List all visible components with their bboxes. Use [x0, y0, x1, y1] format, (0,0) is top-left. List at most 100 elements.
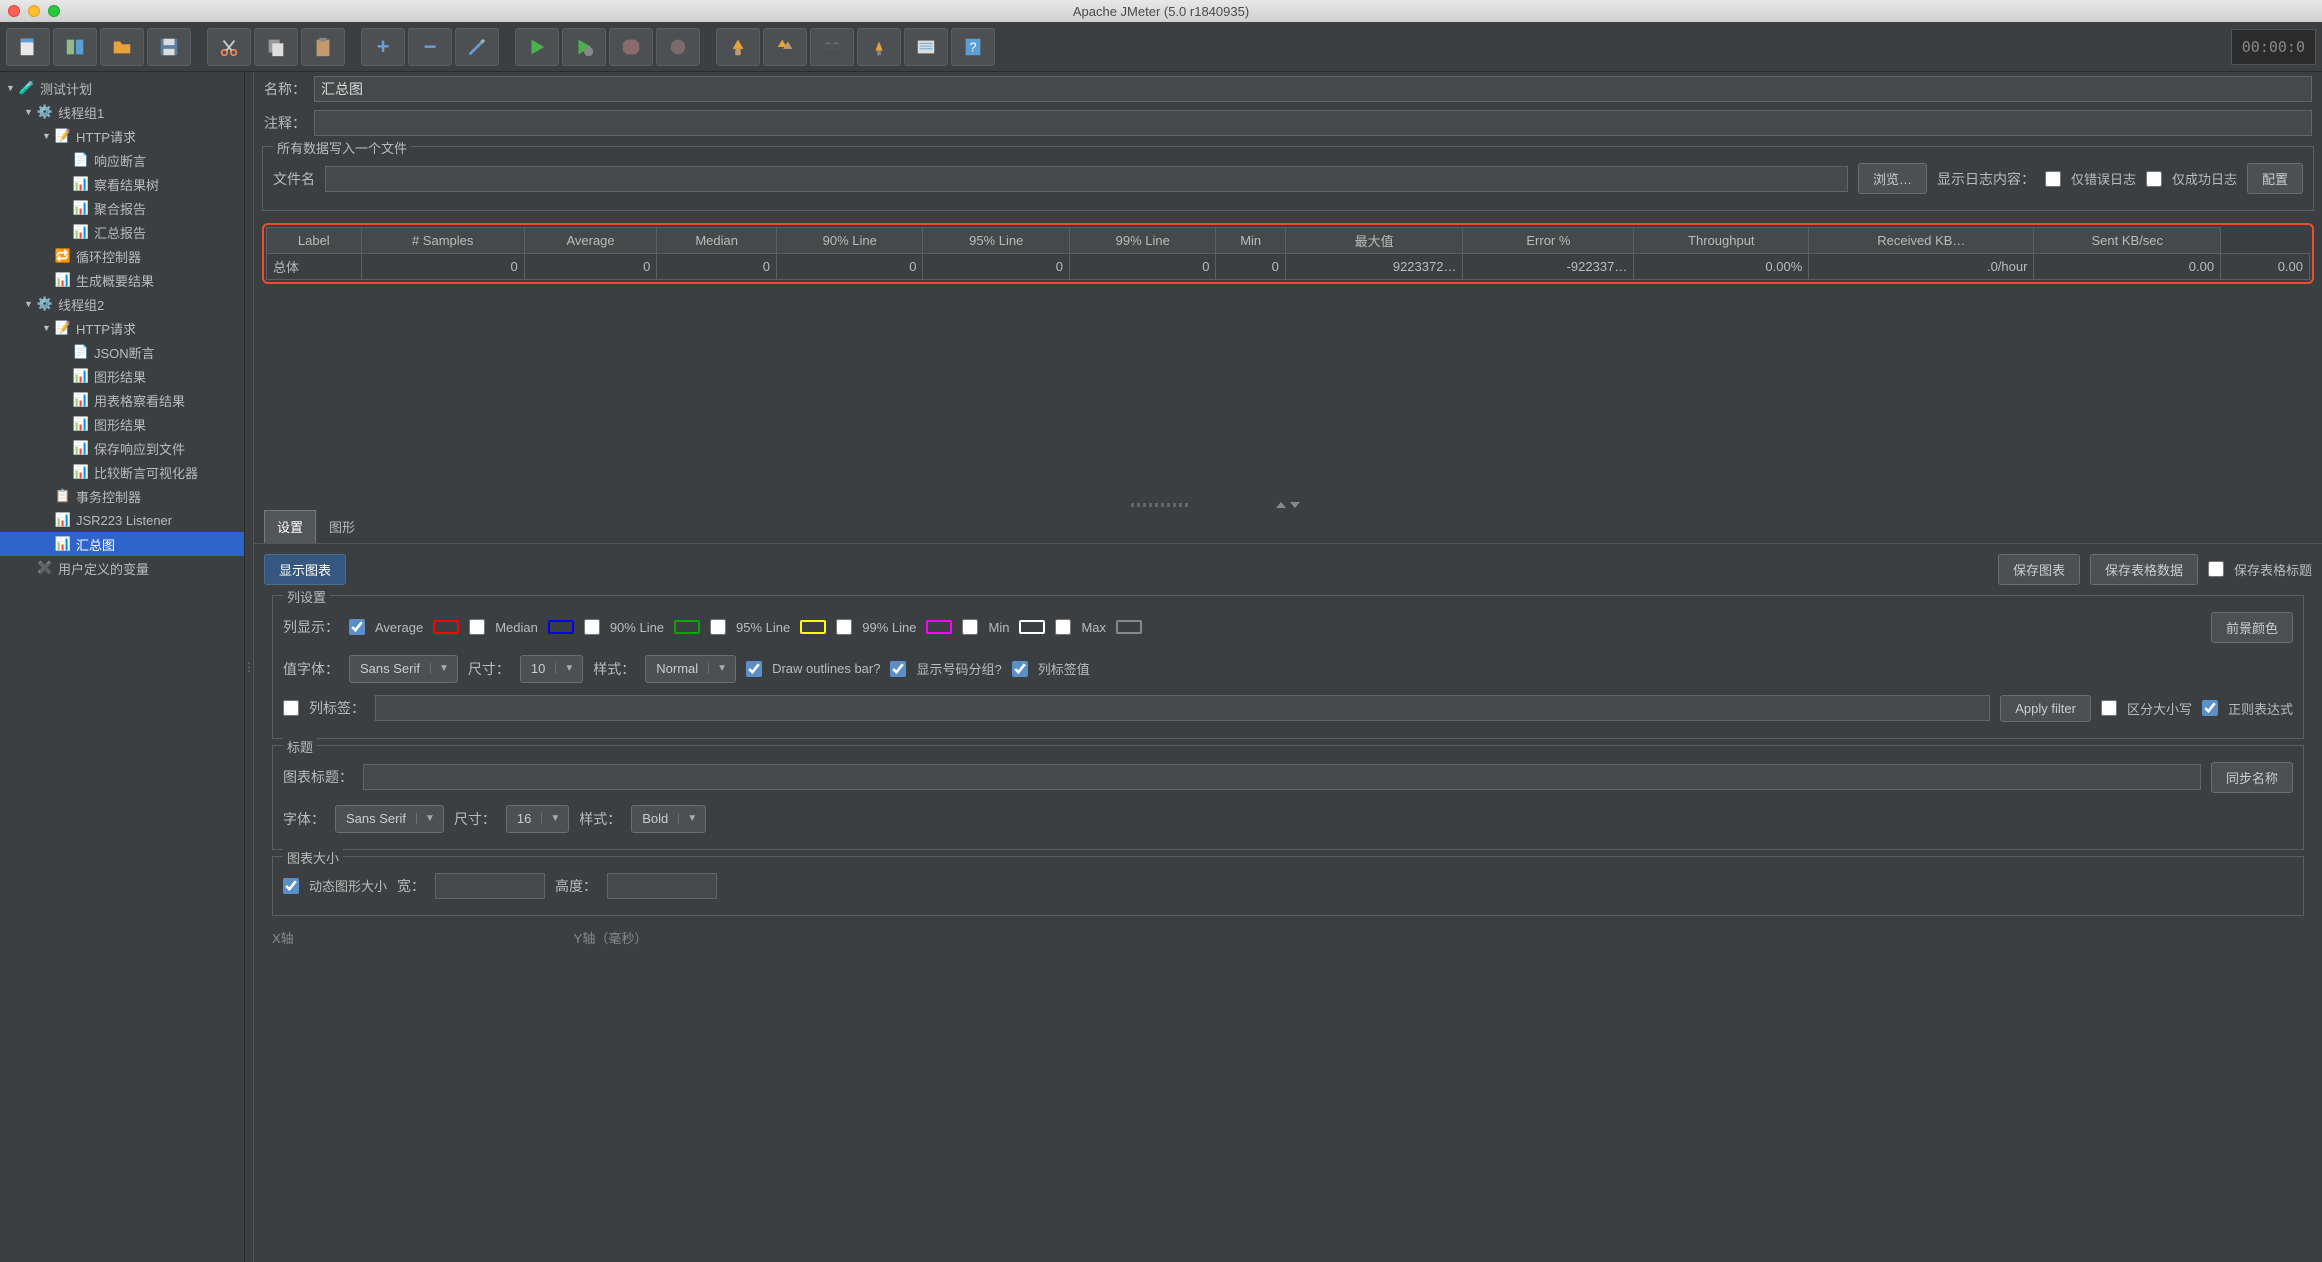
table-header[interactable]: Median [657, 228, 777, 254]
apply-filter-button[interactable]: Apply filter [2000, 695, 2091, 722]
width-input[interactable] [435, 873, 545, 899]
save-graph-button[interactable]: 保存图表 [1998, 554, 2080, 585]
table-header[interactable]: # Samples [361, 228, 524, 254]
table-header[interactable]: Received KB… [1809, 228, 2034, 254]
function-helper-button[interactable] [904, 28, 948, 66]
case-sensitive-checkbox[interactable] [2101, 700, 2117, 716]
tree-item[interactable]: 📊JSR223 Listener [0, 508, 244, 532]
tree-item[interactable]: 📊汇总报告 [0, 220, 244, 244]
configure-button[interactable]: 配置 [2247, 163, 2303, 194]
col-label-checkbox[interactable] [283, 700, 299, 716]
foreground-color-button[interactable]: 前景颜色 [2211, 612, 2293, 643]
height-input[interactable] [607, 873, 717, 899]
test-plan-tree[interactable]: ▼🧪测试计划▼⚙️线程组1▼📝HTTP请求📄响应断言📊察看结果树📊聚合报告📊汇总… [0, 72, 245, 1262]
avg-color-swatch[interactable] [433, 620, 459, 634]
table-header[interactable]: Error % [1463, 228, 1634, 254]
open-button[interactable] [100, 28, 144, 66]
title-size-combo[interactable]: 16▼ [506, 805, 569, 833]
title-style-combo[interactable]: Bold▼ [631, 805, 706, 833]
value-size-combo[interactable]: 10▼ [520, 655, 583, 683]
max-checkbox[interactable] [1055, 619, 1071, 635]
tree-item[interactable]: 📊保存响应到文件 [0, 436, 244, 460]
expand-button[interactable]: + [361, 28, 405, 66]
stop-button[interactable] [609, 28, 653, 66]
tab-graph[interactable]: 图形 [316, 510, 368, 543]
copy-button[interactable] [254, 28, 298, 66]
table-header[interactable]: Min [1216, 228, 1285, 254]
p95-checkbox[interactable] [710, 619, 726, 635]
start-button[interactable] [515, 28, 559, 66]
chart-title-input[interactable] [363, 764, 2201, 790]
tree-item[interactable]: ▼⚙️线程组2 [0, 292, 244, 316]
tree-item[interactable]: 📋事务控制器 [0, 484, 244, 508]
tree-item[interactable]: 📊图形结果 [0, 364, 244, 388]
clear-button[interactable] [716, 28, 760, 66]
table-header[interactable]: 90% Line [776, 228, 923, 254]
value-style-combo[interactable]: Normal▼ [645, 655, 736, 683]
tree-item[interactable]: ▼📝HTTP请求 [0, 124, 244, 148]
shutdown-button[interactable] [656, 28, 700, 66]
draw-outline-checkbox[interactable] [746, 661, 762, 677]
close-button[interactable] [8, 5, 20, 17]
display-graph-button[interactable]: 显示图表 [264, 554, 346, 585]
collapse-button[interactable]: − [408, 28, 452, 66]
tree-item[interactable]: 📊比较断言可视化器 [0, 460, 244, 484]
tree-item[interactable]: ▼📝HTTP请求 [0, 316, 244, 340]
table-header[interactable]: Sent KB/sec [2034, 228, 2221, 254]
tree-item[interactable]: 📊汇总图 [0, 532, 244, 556]
maximize-button[interactable] [48, 5, 60, 17]
minimize-button[interactable] [28, 5, 40, 17]
p90-checkbox[interactable] [584, 619, 600, 635]
table-header[interactable]: 99% Line [1069, 228, 1216, 254]
tree-item[interactable]: 📊图形结果 [0, 412, 244, 436]
p99-checkbox[interactable] [836, 619, 852, 635]
save-table-button[interactable]: 保存表格数据 [2090, 554, 2198, 585]
min-color-swatch[interactable] [1019, 620, 1045, 634]
help-button[interactable]: ? [951, 28, 995, 66]
table-header[interactable]: Label [267, 228, 362, 254]
tree-item[interactable]: 🔁循环控制器 [0, 244, 244, 268]
col-label-value-checkbox[interactable] [1012, 661, 1028, 677]
tree-item[interactable]: 📊用表格察看结果 [0, 388, 244, 412]
regex-checkbox[interactable] [2202, 700, 2218, 716]
sync-name-button[interactable]: 同步名称 [2211, 762, 2293, 793]
start-no-timers-button[interactable] [562, 28, 606, 66]
p95-color-swatch[interactable] [800, 620, 826, 634]
horizontal-splitter[interactable] [254, 500, 2322, 510]
clear-all-button[interactable] [763, 28, 807, 66]
avg-checkbox[interactable] [349, 619, 365, 635]
col-label-input[interactable] [375, 695, 1990, 721]
new-button[interactable] [6, 28, 50, 66]
toggle-button[interactable] [455, 28, 499, 66]
save-header-checkbox[interactable] [2208, 561, 2224, 577]
tree-item[interactable]: 📄JSON断言 [0, 340, 244, 364]
title-font-combo[interactable]: Sans Serif▼ [335, 805, 444, 833]
table-header[interactable]: 95% Line [923, 228, 1070, 254]
tree-item[interactable]: 📊聚合报告 [0, 196, 244, 220]
tree-item[interactable]: 📄响应断言 [0, 148, 244, 172]
tree-item[interactable]: 📊生成概要结果 [0, 268, 244, 292]
table-header[interactable]: Throughput [1634, 228, 1809, 254]
cut-button[interactable] [207, 28, 251, 66]
table-header[interactable]: 最大值 [1285, 228, 1463, 254]
tree-item[interactable]: ✖️用户定义的变量 [0, 556, 244, 580]
tab-settings[interactable]: 设置 [264, 510, 316, 543]
vertical-splitter[interactable] [245, 72, 253, 1262]
errors-only-checkbox[interactable] [2045, 171, 2061, 187]
success-only-checkbox[interactable] [2146, 171, 2162, 187]
p99-color-swatch[interactable] [926, 620, 952, 634]
save-button[interactable] [147, 28, 191, 66]
comment-input[interactable] [314, 110, 2312, 136]
reset-search-button[interactable] [857, 28, 901, 66]
tree-item[interactable]: ▼🧪测试计划 [0, 76, 244, 100]
browse-button[interactable]: 浏览… [1858, 163, 1927, 194]
tree-item[interactable]: ▼⚙️线程组1 [0, 100, 244, 124]
value-font-combo[interactable]: Sans Serif▼ [349, 655, 458, 683]
search-button[interactable] [810, 28, 854, 66]
p90-color-swatch[interactable] [674, 620, 700, 634]
table-header[interactable]: Average [524, 228, 657, 254]
name-input[interactable] [314, 76, 2312, 102]
median-checkbox[interactable] [469, 619, 485, 635]
min-checkbox[interactable] [962, 619, 978, 635]
median-color-swatch[interactable] [548, 620, 574, 634]
